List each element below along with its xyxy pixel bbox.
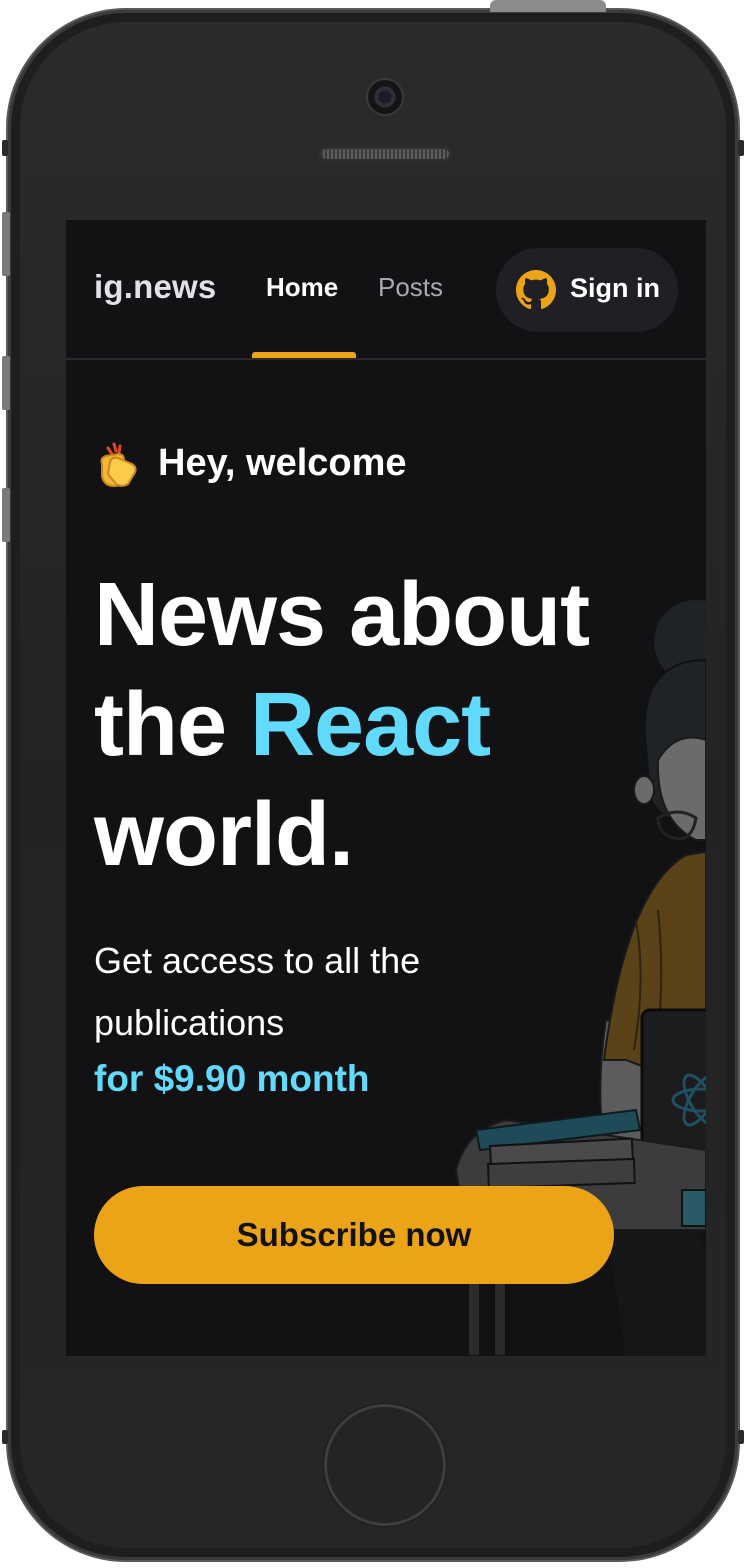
frame-antenna-band (738, 1430, 744, 1444)
frame-antenna-band (2, 1430, 8, 1444)
github-icon (516, 270, 556, 310)
volume-down-button[interactable] (2, 488, 10, 542)
headline-the: the (94, 675, 227, 775)
mute-switch[interactable] (2, 212, 10, 276)
front-camera (368, 80, 402, 114)
app-screen: ig.news Home Posts Sign in Hey, welcome … (66, 220, 706, 1356)
book-bottom (486, 1157, 636, 1190)
nav-posts-link[interactable]: Posts (378, 272, 443, 303)
frame-antenna-band (738, 140, 744, 156)
headline: News about the React world. (94, 560, 654, 890)
header: ig.news Home Posts Sign in (66, 220, 706, 360)
home-button[interactable] (324, 1404, 446, 1526)
cup (681, 1189, 706, 1227)
volume-up-button[interactable] (2, 356, 10, 410)
subscribe-button[interactable]: Subscribe now (94, 1186, 614, 1284)
logo[interactable]: ig.news (94, 268, 216, 306)
phone-frame: ig.news Home Posts Sign in Hey, welcome … (8, 10, 738, 1560)
face (656, 736, 706, 841)
sign-in-label: Sign in (570, 273, 660, 303)
nav-home-link[interactable]: Home (266, 272, 338, 303)
earpiece-speaker (319, 147, 451, 161)
welcome-text: Hey, welcome (158, 442, 407, 484)
description: Get access to all the publications (94, 940, 421, 1043)
pants (606, 1230, 706, 1356)
clapping-hands-icon (100, 442, 137, 488)
headline-part-1: News about (94, 565, 590, 665)
frame-antenna-band (2, 140, 8, 156)
headline-accent: React (250, 675, 491, 775)
sign-in-button[interactable]: Sign in (496, 248, 678, 332)
headline-part-2: world. (94, 785, 354, 885)
power-button[interactable] (490, 0, 606, 12)
active-nav-indicator (252, 352, 356, 358)
price-text: for $9.90 month (94, 1058, 370, 1099)
